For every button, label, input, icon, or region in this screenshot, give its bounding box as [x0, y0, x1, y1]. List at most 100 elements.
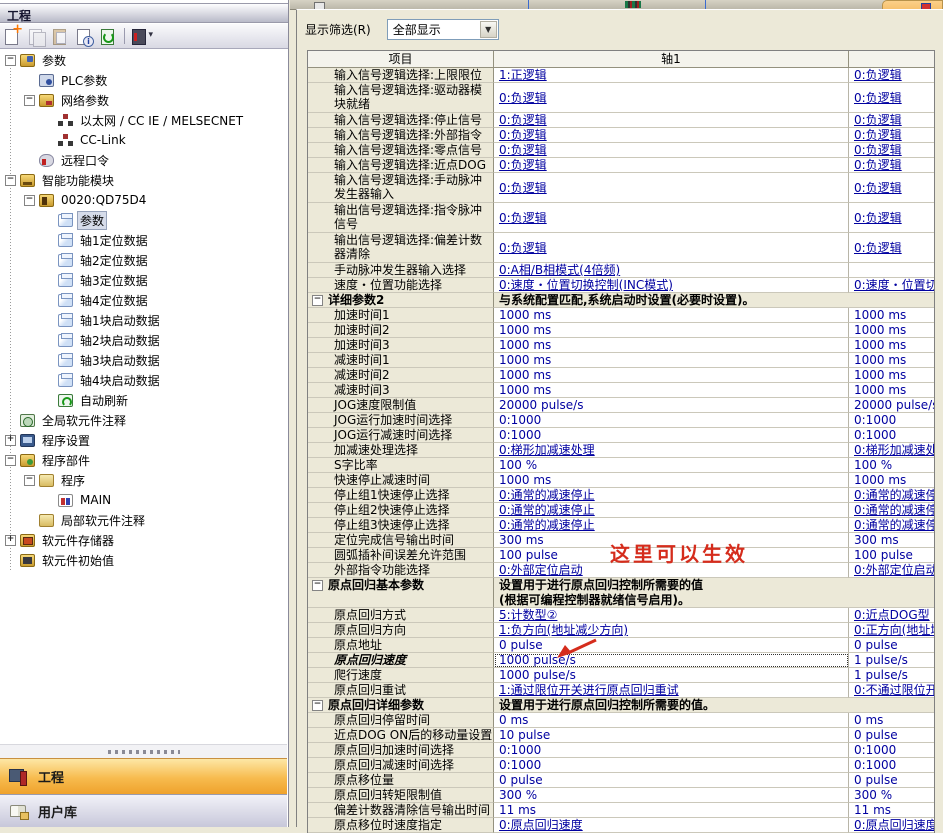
tree-item-auto-refresh[interactable]: 自动刷新 [0, 390, 287, 410]
tree-item-program[interactable]: −程序 [0, 470, 287, 490]
axis2-value-cell[interactable]: 0:原点回归速度 [849, 818, 934, 833]
axis2-value-cell[interactable]: 0:负逻辑 [849, 233, 934, 263]
axis2-value-cell[interactable]: 1000 ms [849, 473, 934, 488]
axis1-value-cell[interactable]: 0 pulse [494, 773, 849, 788]
tree-item-program-setting[interactable]: +程序设置 [0, 430, 287, 450]
tree-item-axis3-block-start-data[interactable]: 轴3块启动数据 [0, 350, 287, 370]
dropdown-arrow-icon[interactable]: ▼ [480, 21, 497, 38]
axis2-value-cell[interactable]: 0:负逻辑 [849, 83, 934, 113]
collapse-icon[interactable]: − [5, 55, 16, 66]
axis1-value-cell[interactable]: 0:1000 [494, 743, 849, 758]
display-filter-dropdown[interactable]: 全部显示 ▼ [387, 19, 499, 40]
axis1-value-cell[interactable]: 0:负逻辑 [494, 128, 849, 143]
axis1-value-cell[interactable]: 1:通过限位开关进行原点回归重试 [494, 683, 849, 698]
axis1-value-cell[interactable]: 0:负逻辑 [494, 158, 849, 173]
expand-icon[interactable]: + [5, 435, 16, 446]
axis1-value-cell[interactable]: 0:A相/B相模式(4倍频) [494, 263, 849, 278]
axis2-value-cell[interactable]: 0:负逻辑 [849, 158, 934, 173]
document-tab[interactable] [530, 0, 706, 9]
axis1-value-cell[interactable]: 1000 ms [494, 353, 849, 368]
axis2-value-cell[interactable]: 0 ms [849, 713, 934, 728]
axis2-value-cell[interactable]: 0:速度・位置切换控制(INC模式) [849, 278, 934, 293]
axis2-value-cell[interactable]: 0:外部定位启动 [849, 563, 934, 578]
axis2-value-cell[interactable]: 1000 ms [849, 338, 934, 353]
axis1-value-cell[interactable]: 0:通常的减速停止 [494, 503, 849, 518]
tab-project[interactable]: 工程 [0, 758, 287, 794]
axis2-value-cell[interactable]: 0:负逻辑 [849, 68, 934, 83]
axis2-value-cell[interactable]: 0:1000 [849, 758, 934, 773]
axis2-value-cell[interactable]: 0:1000 [849, 428, 934, 443]
axis1-value-cell[interactable]: 0:负逻辑 [494, 113, 849, 128]
axis1-value-cell[interactable]: 0 ms [494, 713, 849, 728]
tree-item-cc-link[interactable]: CC-Link [0, 130, 287, 150]
tree-item-network-parameter[interactable]: −网络参数 [0, 90, 287, 110]
axis2-value-cell[interactable]: 1000 ms [849, 353, 934, 368]
axis1-value-cell[interactable]: 0:负逻辑 [494, 203, 849, 233]
tree-item-axis4-positioning-data[interactable]: 轴4定位数据 [0, 290, 287, 310]
axis1-value-cell[interactable]: 1000 ms [494, 323, 849, 338]
collapse-icon[interactable]: − [24, 195, 35, 206]
collapse-icon[interactable]: − [312, 295, 323, 306]
axis2-value-cell[interactable]: 0:负逻辑 [849, 143, 934, 158]
axis2-value-cell[interactable]: 0 pulse [849, 773, 934, 788]
axis1-value-cell[interactable]: 1:正逻辑 [494, 68, 849, 83]
collapse-icon[interactable]: − [5, 455, 16, 466]
axis2-value-cell[interactable]: 0:通常的减速停止 [849, 518, 934, 533]
copy-icon[interactable] [26, 27, 46, 46]
axis2-value-cell[interactable]: 0 pulse [849, 728, 934, 743]
axis2-value-cell[interactable]: 0:通常的减速停止 [849, 488, 934, 503]
refresh-icon[interactable] [98, 27, 118, 46]
axis2-value-cell[interactable]: 11 ms [849, 803, 934, 818]
tree-item-device-memory[interactable]: +软元件存储器 [0, 530, 287, 550]
tree-item-axis2-positioning-data[interactable]: 轴2定位数据 [0, 250, 287, 270]
collapse-icon[interactable]: − [24, 475, 35, 486]
axis1-value-cell[interactable]: 0:1000 [494, 758, 849, 773]
axis2-value-cell[interactable]: 100 pulse [849, 548, 934, 563]
axis1-value-cell[interactable]: 1000 ms [494, 383, 849, 398]
new-data-icon[interactable] [2, 27, 22, 46]
tree-item-global-device-comment[interactable]: 全局软元件注释 [0, 410, 287, 430]
axis2-value-cell[interactable]: 0:正方向(地址增加方向) [849, 623, 934, 638]
axis2-value-cell[interactable]: 0:不通过限位开关进行原点回归重试 [849, 683, 934, 698]
axis1-value-cell[interactable]: 0:负逻辑 [494, 143, 849, 158]
axis2-value-cell[interactable]: 0:1000 [849, 743, 934, 758]
axis2-value-cell[interactable]: 0:梯形加减速处理 [849, 443, 934, 458]
axis2-value-cell[interactable]: 1000 ms [849, 368, 934, 383]
axis1-value-cell[interactable]: 1000 ms [494, 308, 849, 323]
axis1-value-cell[interactable]: 1:负方向(地址减少方向) [494, 623, 849, 638]
tree-item-axis4-block-start-data[interactable]: 轴4块启动数据 [0, 370, 287, 390]
axis2-value-cell[interactable]: 0:通常的减速停止 [849, 503, 934, 518]
panel-splitter-grip[interactable] [0, 744, 287, 758]
module-dropdown-icon[interactable] [131, 27, 151, 46]
collapse-icon[interactable]: − [312, 700, 323, 711]
axis1-value-cell[interactable]: 0:1000 [494, 428, 849, 443]
axis1-value-cell[interactable]: 0:梯形加减速处理 [494, 443, 849, 458]
tree-item-plc-parameter[interactable]: PLC参数 [0, 70, 287, 90]
tree-item-local-device-comment[interactable]: 局部软元件注释 [0, 510, 287, 530]
axis2-value-cell[interactable]: 1000 ms [849, 308, 934, 323]
axis1-value-cell[interactable]: 1000 pulse/s [494, 653, 849, 668]
axis1-value-cell[interactable]: 0:负逻辑 [494, 83, 849, 113]
axis2-value-cell[interactable]: 0:近点DOG型 [849, 608, 934, 623]
tree-item-parameter[interactable]: −参数 [0, 50, 287, 70]
axis2-value-cell[interactable]: 100 % [849, 458, 934, 473]
expand-icon[interactable]: + [5, 535, 16, 546]
tree-item-axis2-block-start-data[interactable]: 轴2块启动数据 [0, 330, 287, 350]
axis1-value-cell[interactable]: 0:负逻辑 [494, 233, 849, 263]
axis1-value-cell[interactable]: 20000 pulse/s [494, 398, 849, 413]
axis2-value-cell[interactable]: 20000 pulse/s [849, 398, 934, 413]
axis1-value-cell[interactable]: 0:原点回归速度 [494, 818, 849, 833]
axis1-value-cell[interactable]: 0 pulse [494, 638, 849, 653]
axis1-value-cell[interactable]: 100 % [494, 458, 849, 473]
axis2-value-cell[interactable]: 0:负逻辑 [849, 173, 934, 203]
axis1-value-cell[interactable]: 0:通常的减速停止 [494, 518, 849, 533]
tree-item-axis1-block-start-data[interactable]: 轴1块启动数据 [0, 310, 287, 330]
axis2-value-cell[interactable]: 0:负逻辑 [849, 113, 934, 128]
axis2-value-cell[interactable]: 1000 ms [849, 323, 934, 338]
axis1-value-cell[interactable]: 5:计数型② [494, 608, 849, 623]
tree-item-axis3-positioning-data[interactable]: 轴3定位数据 [0, 270, 287, 290]
axis1-value-cell[interactable]: 1000 pulse/s [494, 668, 849, 683]
tree-item-qd75d4[interactable]: −0020:QD75D4 [0, 190, 287, 210]
tree-item-axis1-positioning-data[interactable]: 轴1定位数据 [0, 230, 287, 250]
axis2-value-cell[interactable]: 0:负逻辑 [849, 128, 934, 143]
